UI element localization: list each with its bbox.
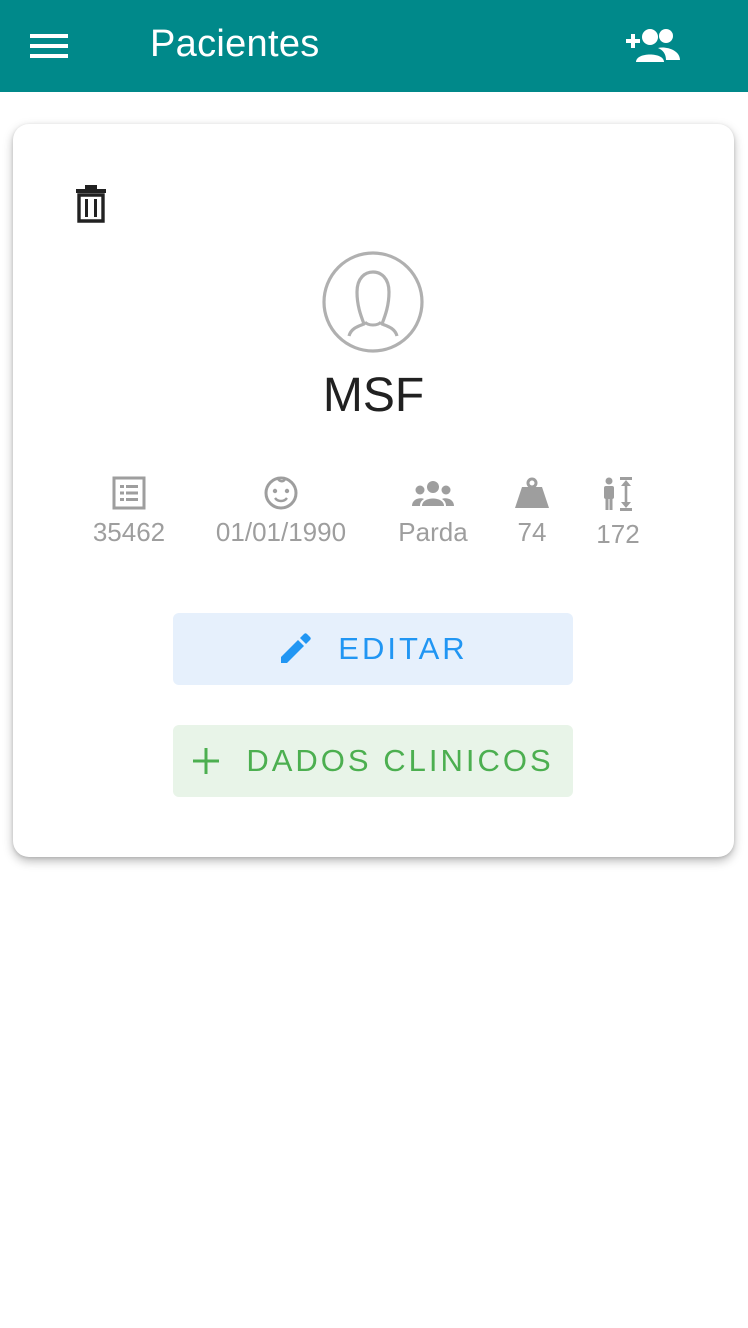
female-avatar-icon [322,251,424,353]
trash-icon [76,185,106,223]
baby-face-icon [264,476,298,510]
info-race: Parda [391,476,475,547]
add-patient-button[interactable] [618,20,690,72]
info-prontuario: 35462 [88,476,170,547]
info-weight: 74 [510,476,554,547]
menu-icon [30,34,68,58]
info-value: 74 [517,517,547,547]
weight-icon [515,477,549,508]
delete-button[interactable] [71,180,115,228]
group-icon [412,481,454,506]
clinical-data-button-label: DADOS CLINICOS [246,743,554,778]
clinical-data-button[interactable]: DADOS CLINICOS [173,725,573,797]
patient-name: MSF [322,369,425,422]
info-value: Parda [398,517,468,547]
edit-button-label: EDITAR [338,631,468,666]
info-birthdate: 01/01/1990 [208,476,354,547]
info-value: 35462 [92,517,166,547]
page-title: Pacientes [150,23,320,65]
patient-card: MSF 35462 01/01/1990 Parda 74 172 EDITAR… [13,124,734,857]
pencil-icon [281,633,312,663]
edit-button[interactable]: EDITAR [173,613,573,685]
menu-button[interactable] [22,22,76,70]
info-value: 01/01/1990 [215,517,347,547]
person-add-icon [626,29,680,62]
info-height: 172 [593,476,643,549]
app-bar: Pacientes [0,0,748,92]
plus-icon [193,748,220,774]
height-icon [604,477,632,511]
id-card-icon [112,476,146,510]
info-value: 172 [596,519,640,549]
